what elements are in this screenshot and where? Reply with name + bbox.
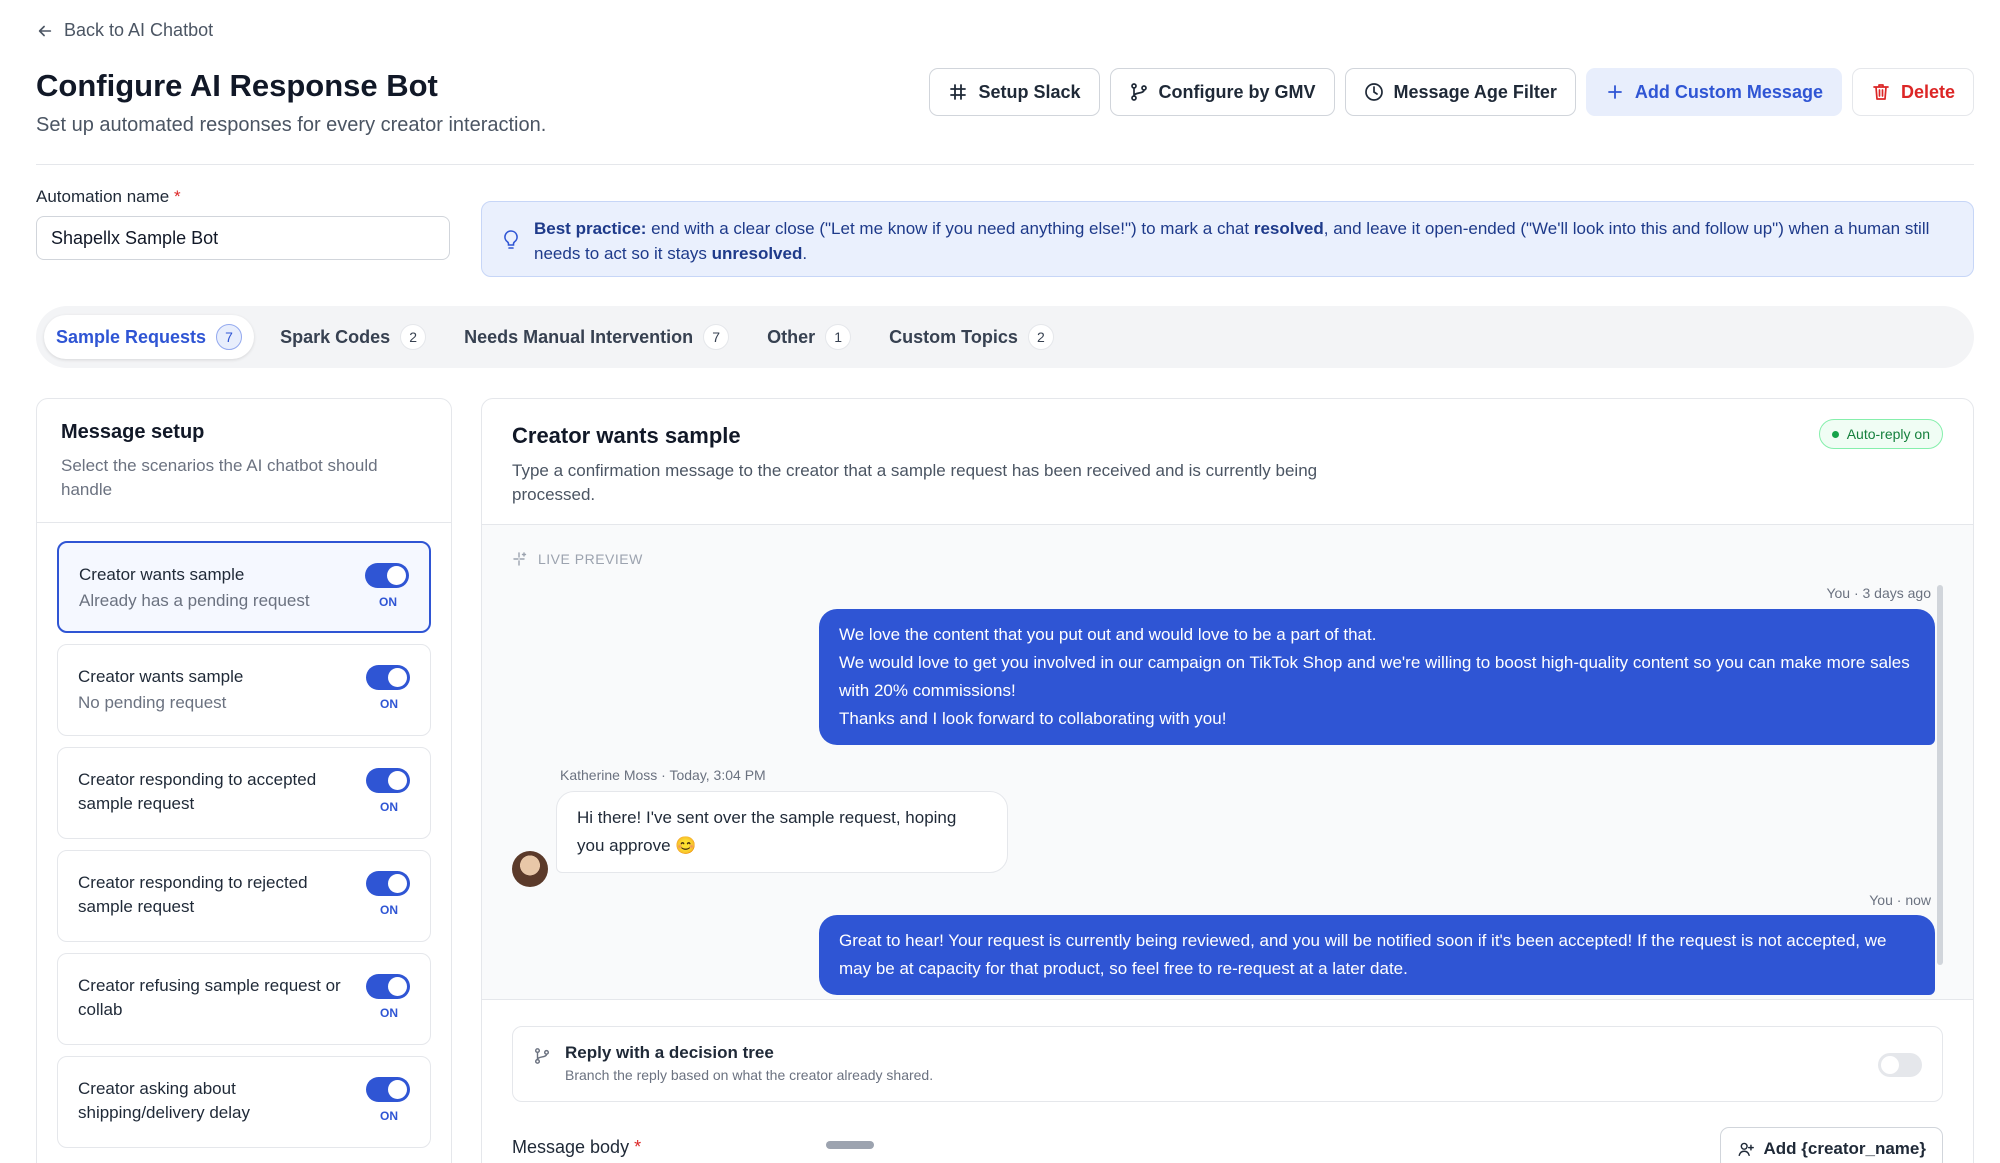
- back-link-label: Back to AI Chatbot: [64, 20, 214, 40]
- scenario-list: Creator wants sample Already has a pendi…: [37, 523, 451, 1163]
- page-subtitle: Set up automated responses for every cre…: [36, 114, 547, 136]
- message-body-label: Message body *: [512, 1137, 642, 1157]
- scenario-toggle[interactable]: [366, 768, 410, 793]
- delete-button[interactable]: Delete: [1851, 68, 1974, 116]
- scenario-toggle[interactable]: [366, 1077, 410, 1102]
- scenario-toggle[interactable]: [366, 871, 410, 896]
- tab-custom-topics[interactable]: Custom Topics 2: [877, 315, 1066, 359]
- scenario-toggle[interactable]: [366, 974, 410, 999]
- tab-count: 1: [825, 324, 852, 350]
- message-setup-header: Message setup Select the scenarios the A…: [37, 399, 451, 523]
- message-age-filter-button[interactable]: Message Age Filter: [1344, 68, 1576, 116]
- live-preview-label: LIVE PREVIEW: [512, 551, 643, 567]
- message-setup-panel: Message setup Select the scenarios the A…: [36, 398, 452, 1163]
- header-actions: Setup Slack Configure by GMV Message Age…: [929, 68, 1974, 116]
- message-setup-title: Message setup: [61, 421, 205, 443]
- tab-count: 2: [1027, 324, 1054, 350]
- tab-other[interactable]: Other 1: [755, 315, 863, 359]
- configure-gmv-button[interactable]: Configure by GMV: [1109, 68, 1335, 116]
- status-dot-icon: [1831, 430, 1839, 438]
- toggle-on-label: ON: [380, 800, 398, 814]
- avatar: [512, 851, 548, 887]
- toggle-on-label: ON: [380, 697, 398, 711]
- scenario-item[interactable]: Creator asking about shipping/delivery d…: [57, 1056, 431, 1148]
- setup-slack-button[interactable]: Setup Slack: [929, 68, 1100, 116]
- arrow-left-icon: [38, 25, 52, 36]
- scenario-description: Type a confirmation message to the creat…: [512, 461, 1318, 504]
- incoming-message: Hi there! I've sent over the sample requ…: [556, 791, 1008, 873]
- scenario-item[interactable]: Creator wants sample Already has a pendi…: [57, 541, 431, 633]
- status-badge: Auto-reply on: [1818, 419, 1943, 449]
- tab-needs-manual-intervention[interactable]: Needs Manual Intervention 7: [452, 315, 741, 359]
- resize-handle[interactable]: [826, 1141, 874, 1149]
- tab-count: 7: [216, 324, 243, 350]
- back-link[interactable]: Back to AI Chatbot: [36, 20, 213, 41]
- branch-icon: [1130, 83, 1147, 101]
- trash-icon: [1873, 84, 1889, 100]
- scenario-item[interactable]: Creator wants sample No pending request …: [57, 644, 431, 736]
- toggle-on-label: ON: [380, 1109, 398, 1123]
- required-mark: *: [173, 187, 181, 206]
- toggle-on-label: ON: [380, 1006, 398, 1020]
- page-title: Configure AI Response Bot: [36, 68, 438, 103]
- clock-icon: [1364, 83, 1383, 101]
- automation-name-label: Automation name *: [36, 187, 181, 206]
- slack-icon: [950, 84, 967, 100]
- message-meta: You · now: [1869, 892, 1931, 908]
- best-practice-tip: Best practice: end with a clear close ("…: [481, 201, 1974, 277]
- lightbulb-icon: [504, 230, 518, 249]
- scenario-item[interactable]: Creator refusing sample request or colla…: [57, 953, 431, 1045]
- required-mark: *: [634, 1137, 642, 1157]
- message-meta: Katherine Moss · Today, 3:04 PM: [560, 767, 766, 783]
- header-divider: [36, 164, 1974, 165]
- toggle-on-label: ON: [379, 595, 397, 609]
- tab-count: 2: [400, 324, 427, 350]
- decision-tree-toggle[interactable]: [1878, 1053, 1922, 1077]
- decision-tree-option: Reply with a decision tree Branch the re…: [512, 1026, 1943, 1102]
- message-meta: You · 3 days ago: [1826, 585, 1931, 601]
- live-preview: LIVE PREVIEW You · 3 days ago We love th…: [482, 525, 1973, 1000]
- toggle-on-label: ON: [380, 903, 398, 917]
- sparkle-icon: [513, 552, 527, 566]
- branch-icon: [534, 1048, 550, 1064]
- plus-icon: [1608, 85, 1622, 99]
- add-creator-name-button[interactable]: Add {creator_name}: [1720, 1127, 1943, 1163]
- outgoing-message: We love the content that you put out and…: [819, 609, 1935, 745]
- add-custom-message-button[interactable]: Add Custom Message: [1585, 68, 1842, 116]
- tab-spark-codes[interactable]: Spark Codes 2: [268, 315, 438, 359]
- scenario-item[interactable]: Creator responding to accepted sample re…: [57, 747, 431, 839]
- category-tabs: Sample Requests 7 Spark Codes 2 Needs Manu…: [36, 306, 1974, 368]
- decision-tree-title: Reply with a decision tree: [565, 1043, 774, 1062]
- tab-count: 7: [703, 324, 730, 350]
- scenario-title: Creator wants sample: [512, 423, 741, 448]
- scenario-detail-panel: Creator wants sample Type a confirmation…: [481, 398, 1974, 1163]
- scenario-item[interactable]: Creator responding to rejected sample re…: [57, 850, 431, 942]
- scenario-detail-header: Creator wants sample Type a confirmation…: [482, 399, 1973, 525]
- user-plus-icon: [1739, 1142, 1755, 1157]
- decision-tree-subtitle: Branch the reply based on what the creat…: [565, 1067, 934, 1083]
- message-setup-subtitle: Select the scenarios the AI chatbot shou…: [61, 456, 378, 499]
- scenario-toggle[interactable]: [365, 563, 409, 588]
- tab-sample-requests[interactable]: Sample Requests 7: [44, 315, 255, 359]
- scenario-toggle[interactable]: [366, 665, 410, 690]
- outgoing-message: Great to hear! Your request is currently…: [819, 915, 1935, 995]
- automation-name-input[interactable]: Shapellx Sample Bot: [36, 216, 450, 260]
- preview-scrollbar[interactable]: [1937, 585, 1943, 965]
